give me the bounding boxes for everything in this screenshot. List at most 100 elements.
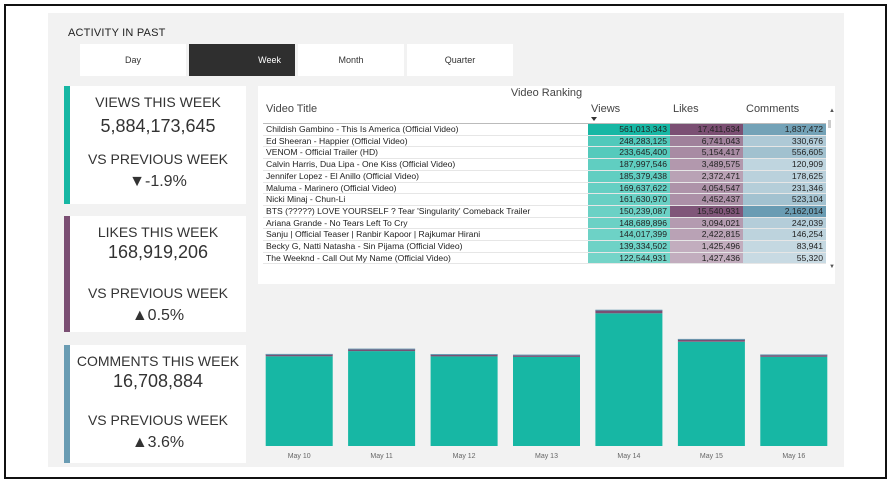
- likes-kpi-value: 168,919,206: [107, 242, 209, 262]
- x-tick-label: May 11: [370, 453, 393, 460]
- video-title-cell: Ariana Grande - No Tears Left To Cry: [263, 217, 588, 230]
- table-title: Video Ranking: [510, 87, 583, 99]
- comments-cell: 2,162,014: [743, 205, 826, 218]
- comments-kpi-title: COMMENTS THIS WEEK: [76, 353, 240, 369]
- views-cell: 139,334,502: [588, 240, 670, 253]
- col-header-title[interactable]: Video Title: [263, 103, 588, 124]
- likes-cell: 1,427,436: [670, 252, 743, 265]
- table-row[interactable]: Maluma - Marinero (Official Video) 169,63…: [263, 182, 826, 195]
- tab-quarter[interactable]: Quarter: [407, 44, 513, 76]
- scroll-down-icon[interactable]: ▼: [829, 264, 835, 270]
- comments-kpi-value: 16,708,884: [112, 371, 204, 391]
- comments-cell: 120,909: [743, 158, 826, 171]
- views-cell: 150,239,087: [588, 205, 670, 218]
- views-cell: 161,630,970: [588, 193, 670, 206]
- video-title-cell: Calvin Harris, Dua Lipa - One Kiss (Offi…: [263, 158, 588, 171]
- table-row[interactable]: Sanju | Official Teaser | Ranbir Kapoor …: [263, 228, 826, 242]
- views-change: ▼-1.9%: [129, 173, 187, 190]
- bar-segment-0-2[interactable]: [430, 356, 498, 446]
- likes-cell: 3,489,575: [670, 158, 743, 171]
- col-header-likes[interactable]: Likes: [670, 103, 743, 124]
- video-title-cell: Becky G, Natti Natasha - Sin Pijama (Off…: [263, 240, 588, 253]
- video-title-cell: Nicki Minaj - Chun-Li: [263, 193, 588, 206]
- table-body: Childish Gambino - This Is America (Offi…: [263, 123, 826, 265]
- video-title-cell: VENOM - Official Trailer (HD): [263, 146, 588, 160]
- bar-segment-2-0[interactable]: [265, 353, 333, 355]
- likes-cell: 15,540,931: [670, 205, 743, 218]
- bar-segment-0-6[interactable]: [760, 356, 828, 446]
- bar-segment-0-1[interactable]: [348, 351, 416, 446]
- bar-segment-0-0[interactable]: [265, 356, 333, 446]
- likes-kpi-title: LIKES THIS WEEK: [97, 224, 219, 240]
- x-tick-label: May 13: [535, 453, 558, 460]
- scroll-thumb[interactable]: [828, 120, 831, 128]
- likes-cell: 3,094,021: [670, 217, 743, 230]
- table-row[interactable]: The Weeknd - Call Out My Name (Official …: [263, 252, 826, 265]
- comments-cell: 146,254: [743, 228, 826, 242]
- col-header-views[interactable]: Views: [588, 103, 670, 124]
- x-tick-label: May 16: [782, 453, 805, 460]
- video-title-cell: Maluma - Marinero (Official Video): [263, 182, 588, 195]
- likes-cell: 4,054,547: [670, 182, 743, 195]
- views-cell: 148,689,896: [588, 217, 670, 230]
- comments-cell: 523,104: [743, 193, 826, 206]
- bar-segment-0-5[interactable]: [677, 341, 745, 446]
- bar-segment-2-6[interactable]: [760, 354, 828, 356]
- x-tick-label: May 15: [700, 453, 723, 460]
- bar-segment-2-1[interactable]: [348, 348, 416, 350]
- table-row[interactable]: Ed Sheeran - Happier (Official Video) 248…: [263, 135, 826, 148]
- bar-segment-2-3[interactable]: [513, 354, 580, 356]
- comments-cell: 330,676: [743, 135, 826, 148]
- views-cell: 561,013,343: [588, 123, 670, 136]
- video-title-cell: The Weeknd - Call Out My Name (Official …: [263, 252, 588, 265]
- table-row[interactable]: Becky G, Natti Natasha - Sin Pijama (Off…: [263, 240, 826, 253]
- tab-day[interactable]: Day: [80, 44, 186, 76]
- likes-cell: 6,741,043: [670, 135, 743, 148]
- comments-cell: 556,605: [743, 146, 826, 160]
- scroll-up-icon[interactable]: ▲: [829, 108, 835, 114]
- views-kpi-value: 5,884,173,645: [100, 116, 216, 136]
- table-row[interactable]: Childish Gambino - This Is America (Offi…: [263, 123, 826, 136]
- table-row[interactable]: Jennifer Lopez - El Anillo (Official Vid…: [263, 170, 826, 183]
- likes-cell: 2,422,815: [670, 228, 743, 242]
- views-cell: 122,544,931: [588, 252, 670, 265]
- views-cell: 233,645,400: [588, 146, 670, 160]
- table-row[interactable]: BTS (?????) LOVE YOURSELF ? Tear 'Singul…: [263, 205, 826, 218]
- video-title-cell: Childish Gambino - This Is America (Offi…: [263, 123, 588, 136]
- likes-kpi-card: LIKES THIS WEEK 168,919,206 VS PREVIOUS …: [64, 216, 246, 332]
- bar-segment-2-2[interactable]: [430, 354, 498, 355]
- video-title-cell: BTS (?????) LOVE YOURSELF ? Tear 'Singul…: [263, 205, 588, 218]
- table-row[interactable]: Ariana Grande - No Tears Left To Cry 148,…: [263, 217, 826, 230]
- comments-kpi-card: COMMENTS THIS WEEK 16,708,884 VS PREVIOU…: [64, 345, 246, 463]
- views-compare-label: VS PREVIOUS WEEK: [87, 151, 229, 167]
- bar-segment-2-5[interactable]: [677, 338, 745, 340]
- bar-segment-2-4[interactable]: [595, 309, 663, 311]
- bar-segment-0-3[interactable]: [513, 356, 580, 446]
- views-cell: 187,997,546: [588, 158, 670, 171]
- video-title-cell: Jennifer Lopez - El Anillo (Official Vid…: [263, 170, 588, 183]
- likes-cell: 2,372,471: [670, 170, 743, 183]
- table-row[interactable]: Nicki Minaj - Chun-Li 161,630,970 4,452,43…: [263, 193, 826, 206]
- table-header-row: Video Title Views Likes Comments: [263, 103, 826, 124]
- x-tick-label: May 12: [453, 453, 476, 460]
- col-header-comments[interactable]: Comments: [743, 103, 826, 124]
- x-tick-label: May 14: [617, 453, 640, 460]
- likes-change: ▲0.5%: [131, 307, 185, 324]
- comments-cell: 83,941: [743, 240, 826, 253]
- table-scrollbar[interactable]: [826, 103, 833, 281]
- tab-week[interactable]: Week: [189, 44, 295, 76]
- comments-change: ▲3.6%: [131, 434, 185, 451]
- views-cell: 144,017,399: [588, 228, 670, 242]
- likes-cell: 1,425,496: [670, 240, 743, 253]
- comments-cell: 178,625: [743, 170, 826, 183]
- tab-month[interactable]: Month: [298, 44, 404, 76]
- sort-descending-icon[interactable]: [591, 117, 597, 121]
- daily-activity-chart: May 10 May 11 May 12 May 13 May 14 May 15 May …: [265, 309, 828, 460]
- bar-segment-0-4[interactable]: [595, 313, 663, 446]
- views-cell: 185,379,438: [588, 170, 670, 183]
- comments-cell: 242,039: [743, 217, 826, 230]
- table-row[interactable]: Calvin Harris, Dua Lipa - One Kiss (Offi…: [263, 158, 826, 171]
- video-title-cell: Ed Sheeran - Happier (Official Video): [263, 135, 588, 148]
- table-row[interactable]: VENOM - Official Trailer (HD) 233,645,400…: [263, 146, 826, 160]
- comments-compare-label: VS PREVIOUS WEEK: [87, 412, 229, 428]
